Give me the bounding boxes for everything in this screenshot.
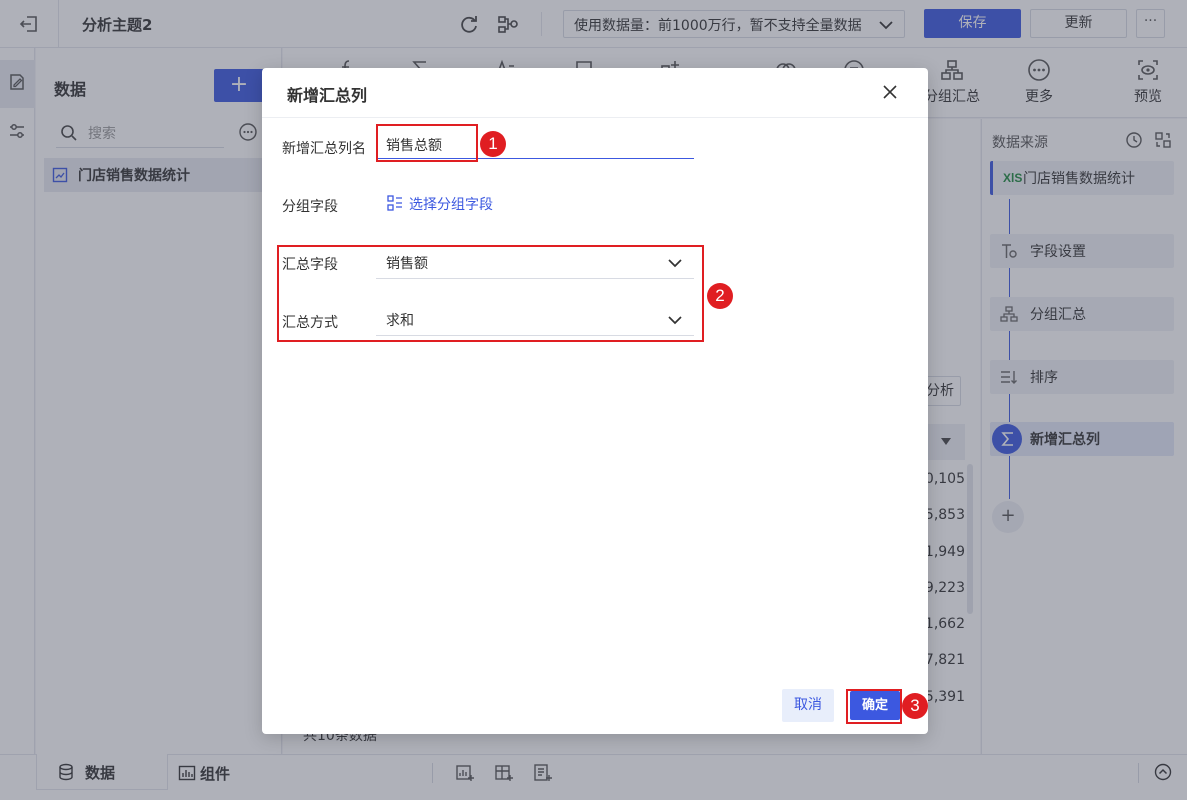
dialog-title: 新增汇总列	[287, 86, 368, 105]
select-group-field-label: 选择分组字段	[409, 197, 493, 213]
summary-method-select[interactable]: 求和	[376, 304, 694, 336]
summary-field-select[interactable]: 销售额	[376, 247, 694, 279]
group-field-icon	[387, 195, 402, 211]
cancel-button[interactable]: 取消	[782, 689, 834, 722]
select-group-field-link[interactable]: 选择分组字段	[387, 194, 493, 214]
column-name-input[interactable]: 销售总额	[376, 125, 694, 159]
chevron-down-icon	[668, 256, 682, 272]
summary-method-label: 汇总方式	[282, 315, 338, 331]
summary-method-value: 求和	[386, 313, 414, 329]
group-field-label: 分组字段	[282, 199, 338, 215]
close-icon[interactable]	[882, 84, 898, 104]
step-badge: 1	[480, 131, 506, 157]
new-summary-column-dialog: 新增汇总列 新增汇总列名 销售总额 分组字段 选择分组字段 汇总字段 销售额 汇…	[262, 68, 928, 734]
dialog-header: 新增汇总列	[262, 68, 928, 118]
summary-field-label: 汇总字段	[282, 257, 338, 273]
column-name-label: 新增汇总列名	[282, 141, 366, 157]
chevron-down-icon	[668, 313, 682, 329]
step-badge: 3	[902, 693, 928, 719]
summary-field-value: 销售额	[386, 256, 428, 272]
confirm-button[interactable]: 确定	[850, 691, 900, 720]
step-badge: 2	[707, 283, 733, 309]
